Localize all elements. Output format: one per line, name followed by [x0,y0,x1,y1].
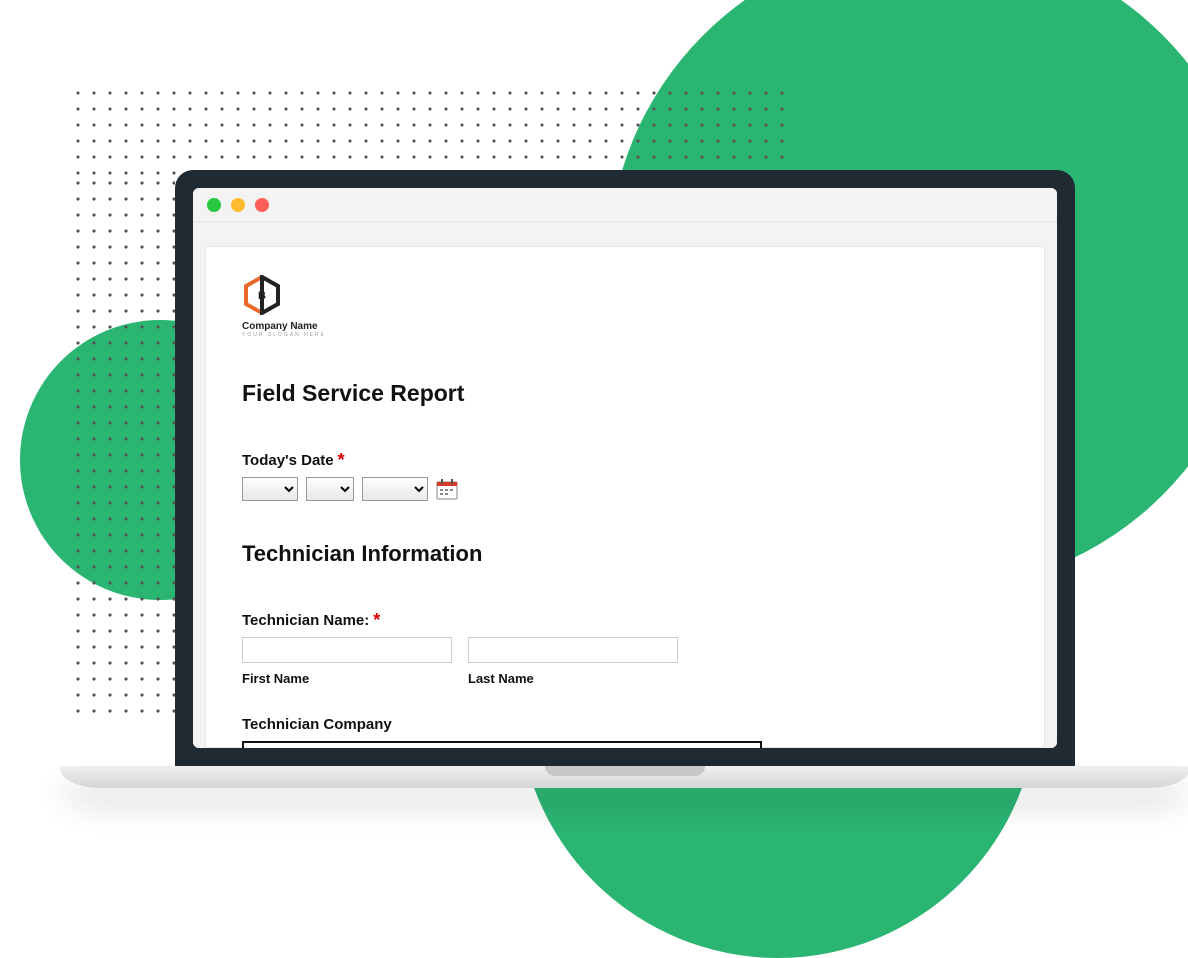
technician-company-label: Technician Company [242,716,1008,733]
last-name-sublabel: Last Name [468,671,678,686]
logo-company-name: Company Name [242,321,318,332]
date-field-label: Today's Date * [242,451,1008,469]
dot-pattern-decoration [70,85,790,175]
last-name-input[interactable] [468,637,678,663]
traffic-light-close-icon[interactable] [207,198,221,212]
first-name-input[interactable] [242,637,452,663]
technician-name-row [242,637,1008,663]
hexagon-logo-icon: B [242,275,282,315]
technician-company-input[interactable] [242,741,762,748]
date-year-select[interactable] [362,477,428,501]
first-name-sublabel: First Name [242,671,452,686]
laptop-notch [545,766,705,776]
form-title: Field Service Report [242,380,1008,407]
dot-pattern-decoration [70,175,175,715]
date-day-select[interactable] [306,477,354,501]
technician-name-label-text: Technician Name: [242,612,369,629]
company-logo-block: B Company Name YOUR SLOGAN HERE [242,275,1008,338]
required-indicator: * [338,451,345,469]
date-label-text: Today's Date [242,452,334,469]
calendar-icon[interactable] [436,478,458,500]
laptop-screen: B Company Name YOUR SLOGAN HERE Field Se… [193,188,1057,748]
date-select-row [242,477,1008,501]
svg-text:B: B [258,290,266,302]
page-viewport: B Company Name YOUR SLOGAN HERE Field Se… [193,222,1057,748]
technician-company-label-text: Technician Company [242,716,392,733]
traffic-light-minimize-icon[interactable] [231,198,245,212]
traffic-light-maximize-icon[interactable] [255,198,269,212]
laptop-bezel: B Company Name YOUR SLOGAN HERE Field Se… [175,170,1075,766]
technician-section-title: Technician Information [242,541,1008,567]
technician-company-block: Technician Company [242,716,1008,748]
laptop-mockup: B Company Name YOUR SLOGAN HERE Field Se… [175,170,1075,788]
laptop-base [60,766,1188,788]
form-card: B Company Name YOUR SLOGAN HERE Field Se… [205,246,1045,748]
window-titlebar [193,188,1057,222]
logo-slogan: YOUR SLOGAN HERE [242,332,326,338]
date-month-select[interactable] [242,477,298,501]
name-sublabel-row: First Name Last Name [242,671,1008,686]
required-indicator: * [373,611,380,629]
technician-name-label: Technician Name: * [242,611,1008,629]
